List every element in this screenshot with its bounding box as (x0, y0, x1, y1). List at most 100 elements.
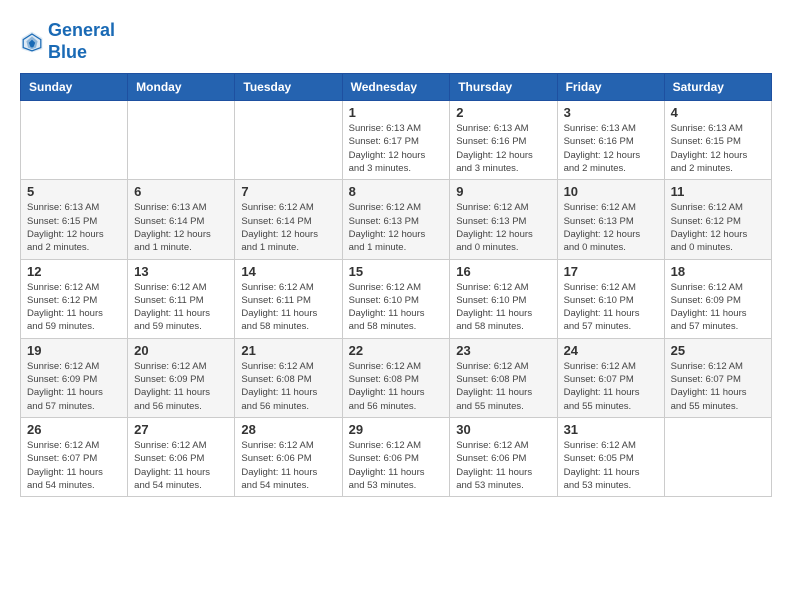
day-number: 27 (134, 422, 228, 437)
calendar-cell: 25 Sunrise: 6:12 AM Sunset: 6:07 PM Dayli… (664, 338, 771, 417)
day-info: Sunrise: 6:13 AM Sunset: 6:15 PM Dayligh… (27, 201, 121, 254)
day-info: Sunrise: 6:12 AM Sunset: 6:06 PM Dayligh… (134, 439, 228, 492)
day-number: 4 (671, 105, 765, 120)
day-info: Sunrise: 6:12 AM Sunset: 6:10 PM Dayligh… (456, 281, 550, 334)
calendar-cell: 16 Sunrise: 6:12 AM Sunset: 6:10 PM Dayli… (450, 259, 557, 338)
day-number: 3 (564, 105, 658, 120)
calendar-week-row: 19Sunrise: 6:12 AM Sunset: 6:09 PM Dayli… (21, 338, 772, 417)
calendar-cell: 2 Sunrise: 6:13 AM Sunset: 6:16 PM Daylig… (450, 101, 557, 180)
day-number: 26 (27, 422, 121, 437)
day-info: Sunrise: 6:12 AM Sunset: 6:07 PM Dayligh… (671, 360, 765, 413)
calendar-cell: 28 Sunrise: 6:12 AM Sunset: 6:06 PM Dayli… (235, 417, 342, 496)
day-number: 18 (671, 264, 765, 279)
day-info: Sunrise: 6:12 AM Sunset: 6:08 PM Dayligh… (349, 360, 444, 413)
day-info: Sunrise: 6:12 AM Sunset: 6:13 PM Dayligh… (564, 201, 658, 254)
day-number: 10 (564, 184, 658, 199)
day-info: Sunrise: 6:12 AM Sunset: 6:09 PM Dayligh… (671, 281, 765, 334)
day-number: 5 (27, 184, 121, 199)
calendar-cell: 20 Sunrise: 6:12 AM Sunset: 6:09 PM Dayli… (128, 338, 235, 417)
day-number: 25 (671, 343, 765, 358)
calendar-cell: 10 Sunrise: 6:12 AM Sunset: 6:13 PM Dayli… (557, 180, 664, 259)
day-number: 21 (241, 343, 335, 358)
calendar-cell: 14 Sunrise: 6:12 AM Sunset: 6:11 PM Dayli… (235, 259, 342, 338)
day-info: Sunrise: 6:13 AM Sunset: 6:16 PM Dayligh… (456, 122, 550, 175)
calendar-cell: 5 Sunrise: 6:13 AM Sunset: 6:15 PM Daylig… (21, 180, 128, 259)
weekday-header-monday: Monday (128, 74, 235, 101)
calendar-cell: 19Sunrise: 6:12 AM Sunset: 6:09 PM Dayli… (21, 338, 128, 417)
calendar-cell: 22 Sunrise: 6:12 AM Sunset: 6:08 PM Dayli… (342, 338, 450, 417)
day-number: 29 (349, 422, 444, 437)
day-number: 2 (456, 105, 550, 120)
day-number: 11 (671, 184, 765, 199)
day-info: Sunrise: 6:12 AM Sunset: 6:11 PM Dayligh… (241, 281, 335, 334)
day-info: Sunrise: 6:12 AM Sunset: 6:11 PM Dayligh… (134, 281, 228, 334)
day-number: 28 (241, 422, 335, 437)
calendar-week-row: 5 Sunrise: 6:13 AM Sunset: 6:15 PM Daylig… (21, 180, 772, 259)
day-info: Sunrise: 6:12 AM Sunset: 6:10 PM Dayligh… (349, 281, 444, 334)
calendar-cell: 13 Sunrise: 6:12 AM Sunset: 6:11 PM Dayli… (128, 259, 235, 338)
weekday-header-thursday: Thursday (450, 74, 557, 101)
day-number: 23 (456, 343, 550, 358)
day-info: Sunrise: 6:12 AM Sunset: 6:13 PM Dayligh… (456, 201, 550, 254)
day-number: 7 (241, 184, 335, 199)
calendar-cell (664, 417, 771, 496)
day-number: 9 (456, 184, 550, 199)
day-info: Sunrise: 6:13 AM Sunset: 6:17 PM Dayligh… (349, 122, 444, 175)
day-info: Sunrise: 6:12 AM Sunset: 6:09 PM Dayligh… (134, 360, 228, 413)
calendar-cell: 15 Sunrise: 6:12 AM Sunset: 6:10 PM Dayli… (342, 259, 450, 338)
day-info: Sunrise: 6:12 AM Sunset: 6:06 PM Dayligh… (349, 439, 444, 492)
day-info: Sunrise: 6:13 AM Sunset: 6:16 PM Dayligh… (564, 122, 658, 175)
weekday-header-friday: Friday (557, 74, 664, 101)
calendar-cell (128, 101, 235, 180)
calendar-cell: 6 Sunrise: 6:13 AM Sunset: 6:14 PM Daylig… (128, 180, 235, 259)
calendar-cell (235, 101, 342, 180)
calendar-cell: 12 Sunrise: 6:12 AM Sunset: 6:12 PM Dayli… (21, 259, 128, 338)
weekday-header-row: SundayMondayTuesdayWednesdayThursdayFrid… (21, 74, 772, 101)
weekday-header-saturday: Saturday (664, 74, 771, 101)
day-info: Sunrise: 6:12 AM Sunset: 6:06 PM Dayligh… (241, 439, 335, 492)
day-number: 8 (349, 184, 444, 199)
calendar-week-row: 26 Sunrise: 6:12 AM Sunset: 6:07 PM Dayli… (21, 417, 772, 496)
day-info: Sunrise: 6:12 AM Sunset: 6:12 PM Dayligh… (671, 201, 765, 254)
day-number: 31 (564, 422, 658, 437)
logo: General Blue (20, 20, 115, 63)
day-number: 17 (564, 264, 658, 279)
day-info: Sunrise: 6:13 AM Sunset: 6:15 PM Dayligh… (671, 122, 765, 175)
day-info: Sunrise: 6:12 AM Sunset: 6:07 PM Dayligh… (27, 439, 121, 492)
day-info: Sunrise: 6:12 AM Sunset: 6:07 PM Dayligh… (564, 360, 658, 413)
calendar-cell: 29 Sunrise: 6:12 AM Sunset: 6:06 PM Dayli… (342, 417, 450, 496)
day-number: 22 (349, 343, 444, 358)
day-info: Sunrise: 6:13 AM Sunset: 6:14 PM Dayligh… (134, 201, 228, 254)
day-number: 6 (134, 184, 228, 199)
weekday-header-wednesday: Wednesday (342, 74, 450, 101)
day-info: Sunrise: 6:12 AM Sunset: 6:12 PM Dayligh… (27, 281, 121, 334)
day-info: Sunrise: 6:12 AM Sunset: 6:14 PM Dayligh… (241, 201, 335, 254)
calendar-cell: 11 Sunrise: 6:12 AM Sunset: 6:12 PM Dayli… (664, 180, 771, 259)
calendar-cell: 26 Sunrise: 6:12 AM Sunset: 6:07 PM Dayli… (21, 417, 128, 496)
calendar-cell: 30Sunrise: 6:12 AM Sunset: 6:06 PM Dayli… (450, 417, 557, 496)
calendar-week-row: 12 Sunrise: 6:12 AM Sunset: 6:12 PM Dayli… (21, 259, 772, 338)
calendar-cell (21, 101, 128, 180)
calendar-cell: 23 Sunrise: 6:12 AM Sunset: 6:08 PM Dayli… (450, 338, 557, 417)
calendar-cell: 24 Sunrise: 6:12 AM Sunset: 6:07 PM Dayli… (557, 338, 664, 417)
day-number: 12 (27, 264, 121, 279)
day-number: 20 (134, 343, 228, 358)
day-number: 15 (349, 264, 444, 279)
day-number: 16 (456, 264, 550, 279)
page-header: General Blue (20, 20, 772, 63)
calendar-cell: 1Sunrise: 6:13 AM Sunset: 6:17 PM Daylig… (342, 101, 450, 180)
calendar-cell: 18 Sunrise: 6:12 AM Sunset: 6:09 PM Dayli… (664, 259, 771, 338)
day-number: 14 (241, 264, 335, 279)
day-number: 13 (134, 264, 228, 279)
calendar-cell: 21Sunrise: 6:12 AM Sunset: 6:08 PM Dayli… (235, 338, 342, 417)
day-info: Sunrise: 6:12 AM Sunset: 6:08 PM Dayligh… (456, 360, 550, 413)
day-number: 24 (564, 343, 658, 358)
calendar-table: SundayMondayTuesdayWednesdayThursdayFrid… (20, 73, 772, 497)
day-info: Sunrise: 6:12 AM Sunset: 6:09 PM Dayligh… (27, 360, 121, 413)
calendar-cell: 27 Sunrise: 6:12 AM Sunset: 6:06 PM Dayli… (128, 417, 235, 496)
day-info: Sunrise: 6:12 AM Sunset: 6:13 PM Dayligh… (349, 201, 444, 254)
day-info: Sunrise: 6:12 AM Sunset: 6:10 PM Dayligh… (564, 281, 658, 334)
day-number: 30 (456, 422, 550, 437)
calendar-cell: 3 Sunrise: 6:13 AM Sunset: 6:16 PM Daylig… (557, 101, 664, 180)
weekday-header-tuesday: Tuesday (235, 74, 342, 101)
